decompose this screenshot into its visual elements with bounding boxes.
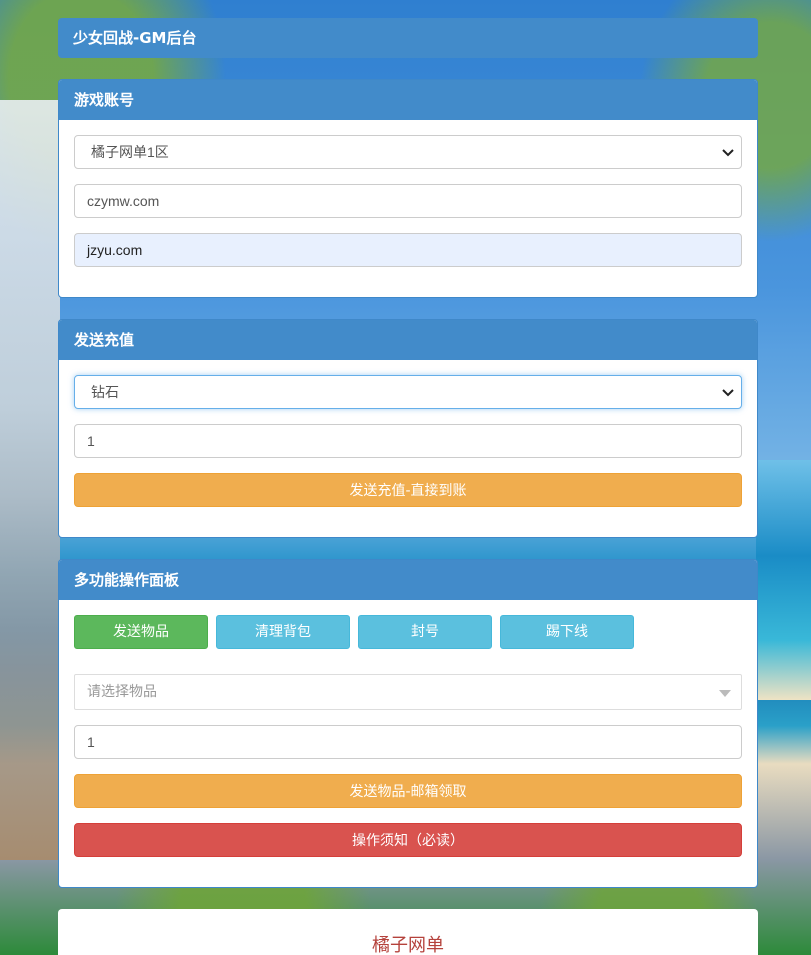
item-select-placeholder: 请选择物品 xyxy=(87,684,157,700)
recharge-panel: 发送充值 钻石 1 发送充值-直接到账 xyxy=(58,319,758,538)
server-select[interactable]: 橘子网单1区 xyxy=(74,135,742,169)
password-field[interactable]: jzyu.com xyxy=(74,233,742,267)
recharge-panel-heading: 发送充值 xyxy=(59,320,757,360)
header-panel: 少女回战-GM后台 xyxy=(58,18,758,58)
recharge-type-value: 钻石 xyxy=(91,384,119,400)
item-select[interactable]: 请选择物品 xyxy=(74,674,742,710)
tab-send-item[interactable]: 发送物品 xyxy=(74,615,208,649)
multi-function-panel: 多功能操作面板 发送物品 清理背包 封号 踢下线 请选择物品 1 发送物品-邮箱… xyxy=(58,559,758,888)
recharge-type-select[interactable]: 钻石 xyxy=(74,375,742,409)
server-select-value: 橘子网单1区 xyxy=(91,144,169,160)
item-quantity-value: 1 xyxy=(87,734,95,750)
multi-panel-body: 发送物品 清理背包 封号 踢下线 请选择物品 1 发送物品-邮箱领取 操作须知（… xyxy=(59,600,757,887)
account-field[interactable]: czymw.com xyxy=(74,184,742,218)
footer-panel: 橘子网单 xyxy=(58,909,758,955)
password-field-value: jzyu.com xyxy=(87,242,143,258)
tab-ban-account[interactable]: 封号 xyxy=(358,615,492,649)
recharge-panel-body: 钻石 1 发送充值-直接到账 xyxy=(59,360,757,537)
footer-text: 橘子网单 xyxy=(372,935,444,955)
page-title: 少女回战-GM后台 xyxy=(58,18,758,58)
recharge-amount-value: 1 xyxy=(87,433,95,449)
account-field-value: czymw.com xyxy=(87,193,160,209)
send-item-button[interactable]: 发送物品-邮箱领取 xyxy=(74,774,742,808)
notice-button[interactable]: 操作须知（必读） xyxy=(74,823,742,857)
tab-kick-offline[interactable]: 踢下线 xyxy=(500,615,634,649)
account-panel: 游戏账号 橘子网单1区 czymw.com jzyu.com xyxy=(58,79,758,298)
background-building xyxy=(0,100,60,860)
account-panel-heading: 游戏账号 xyxy=(59,80,757,120)
item-quantity-field[interactable]: 1 xyxy=(74,725,742,759)
background-sea xyxy=(756,460,811,700)
tab-clear-bag[interactable]: 清理背包 xyxy=(216,615,350,649)
recharge-amount-field[interactable]: 1 xyxy=(74,424,742,458)
account-panel-body: 橘子网单1区 czymw.com jzyu.com xyxy=(59,120,757,297)
send-recharge-button[interactable]: 发送充值-直接到账 xyxy=(74,473,742,507)
chevron-down-icon xyxy=(722,389,734,397)
triangle-down-icon xyxy=(719,690,731,697)
chevron-down-icon xyxy=(722,149,734,157)
multi-panel-heading: 多功能操作面板 xyxy=(59,560,757,600)
main-container: 少女回战-GM后台 游戏账号 橘子网单1区 czymw.com jzyu.com… xyxy=(58,18,758,955)
action-tabs: 发送物品 清理背包 封号 踢下线 xyxy=(74,615,742,649)
